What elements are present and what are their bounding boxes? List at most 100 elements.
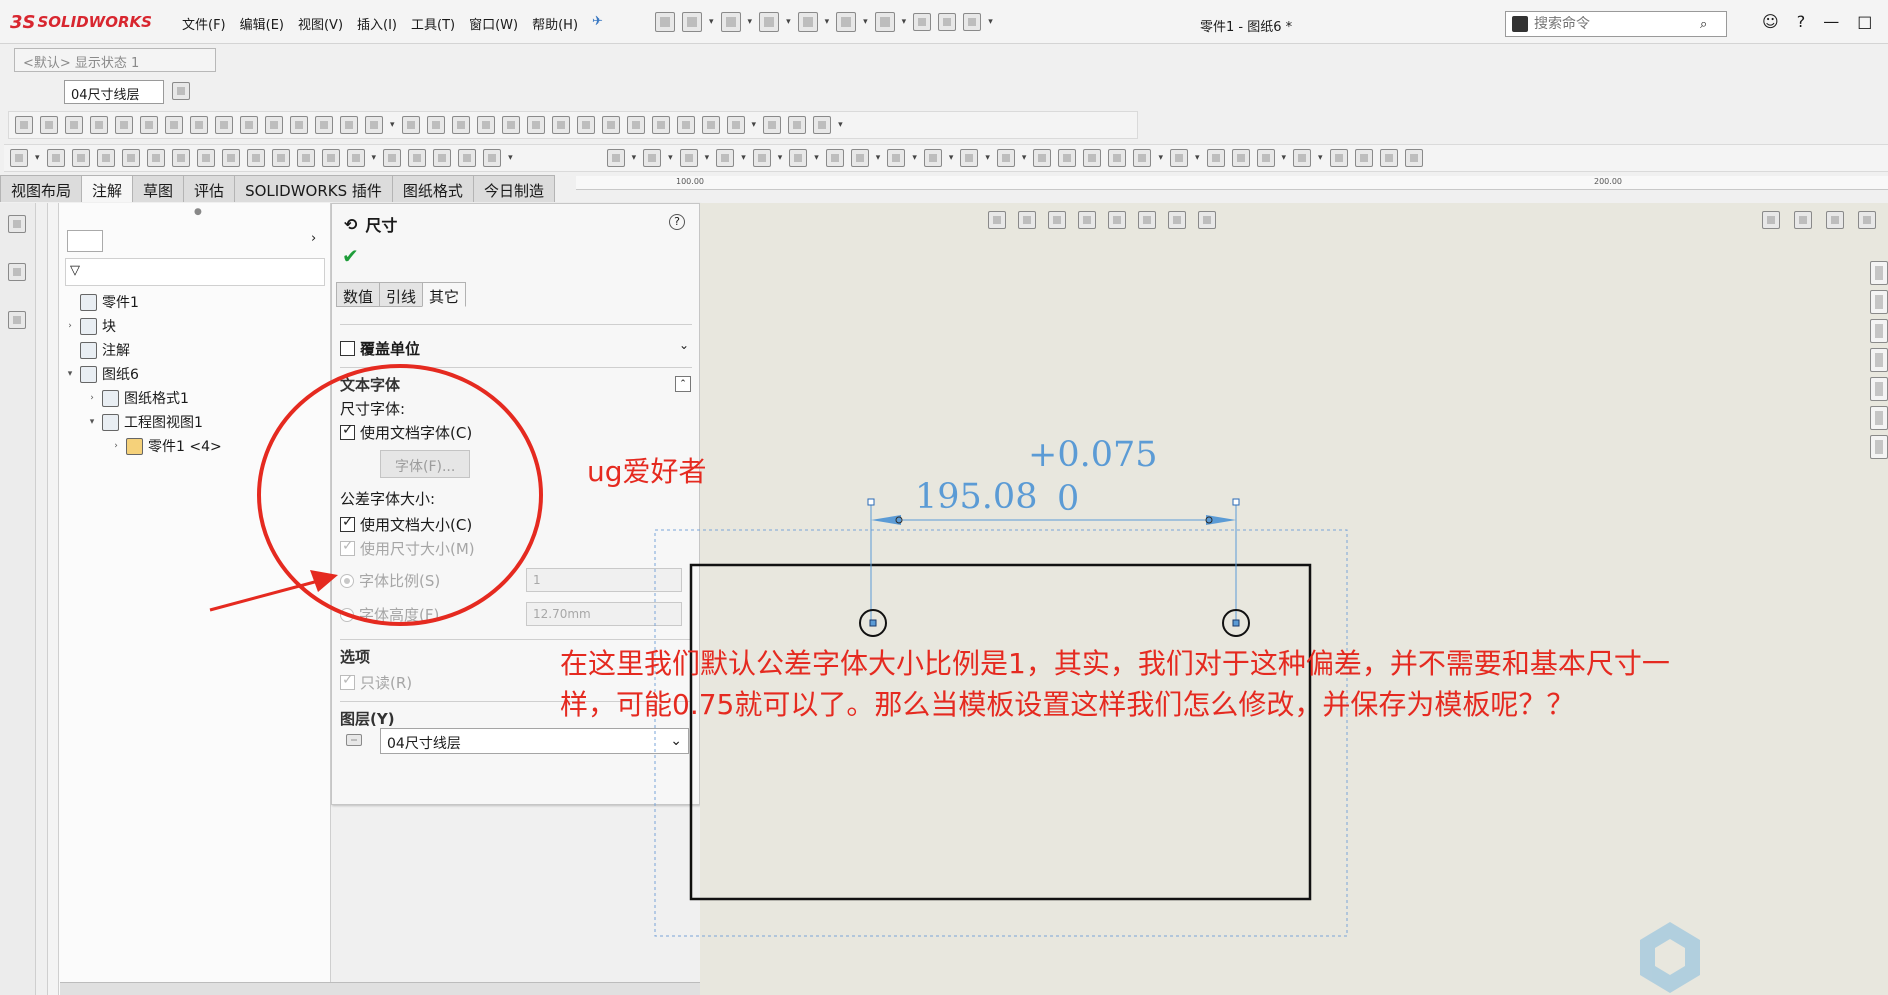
filter-icon[interactable]: ▽ xyxy=(70,263,80,278)
expand-toggle[interactable]: ▾ xyxy=(87,417,97,427)
design-library-icon[interactable] xyxy=(1870,290,1888,314)
custom-properties-icon[interactable] xyxy=(1870,406,1888,430)
font-scale-field[interactable]: 1 xyxy=(526,568,682,592)
use-doc-font-row[interactable]: 使用文档字体(C) xyxy=(340,422,472,443)
restore-right-icon[interactable] xyxy=(1794,211,1812,229)
tree-item-part-instance[interactable]: › 零件1 <4> xyxy=(111,435,222,457)
traffic-light-icon[interactable] xyxy=(913,13,932,31)
linear-pattern-icon[interactable] xyxy=(146,149,165,167)
datum-feature-icon[interactable] xyxy=(626,116,645,134)
model-items-icon[interactable] xyxy=(46,149,65,167)
font-scale-row[interactable]: 字体比例(S) xyxy=(340,570,440,591)
override-units-row[interactable]: 覆盖单位 xyxy=(340,338,420,359)
tab-sketch[interactable]: 草图 xyxy=(132,175,185,202)
select-icon[interactable] xyxy=(874,12,895,32)
revision-cloud-icon[interactable] xyxy=(676,116,695,134)
horizontal-dim-icon[interactable] xyxy=(40,116,58,134)
user-icon[interactable]: ☺ xyxy=(1762,12,1779,31)
print-icon[interactable] xyxy=(797,12,818,32)
tree-item-blocks[interactable]: › 块 xyxy=(65,315,116,337)
solidworks-logo[interactable]: 3S SOLIDWORKS xyxy=(10,10,152,34)
collapse-icon[interactable]: ⌃ xyxy=(675,376,691,392)
font-button[interactable]: 字体(F)... xyxy=(380,450,471,478)
read-only-checkbox[interactable] xyxy=(340,672,355,690)
expand-toggle[interactable]: ▾ xyxy=(65,369,75,379)
menu-view[interactable]: 视图(V) xyxy=(298,14,343,33)
minimize-viewport-icon[interactable] xyxy=(1826,211,1844,229)
open-icon[interactable] xyxy=(720,12,741,32)
projected-view-icon[interactable] xyxy=(190,116,208,134)
tab-view-layout[interactable]: 视图布局 xyxy=(0,175,83,202)
model-items-icon[interactable] xyxy=(340,116,358,134)
tree-item-part[interactable]: 零件1 xyxy=(65,291,139,313)
surface-finish-icon[interactable] xyxy=(551,116,570,134)
font-height-field[interactable]: 12.70mm xyxy=(526,602,682,626)
use-dim-size-checkbox[interactable] xyxy=(340,538,355,556)
crop-view-icon[interactable] xyxy=(290,116,308,134)
rectangle-icon[interactable] xyxy=(679,149,698,167)
datum-target-icon[interactable] xyxy=(321,149,340,167)
feature-manager-tab[interactable] xyxy=(67,230,103,252)
text-icon[interactable] xyxy=(1108,149,1127,167)
home-icon[interactable] xyxy=(655,12,675,32)
display-style-icon[interactable] xyxy=(1138,211,1156,229)
layer-properties-icon[interactable] xyxy=(172,82,190,100)
help-button[interactable]: ? xyxy=(1797,12,1806,31)
override-units-checkbox[interactable] xyxy=(340,341,355,356)
sketch-rectangle-icon[interactable] xyxy=(606,149,625,167)
help-icon[interactable]: ? xyxy=(669,214,685,230)
weld-symbol-icon[interactable] xyxy=(246,149,265,167)
save-icon[interactable] xyxy=(759,12,780,32)
wave-icon[interactable] xyxy=(923,149,942,167)
zoom-to-area-icon[interactable] xyxy=(1018,211,1036,229)
ordinate-dim-icon[interactable] xyxy=(115,116,133,134)
undo-icon[interactable] xyxy=(836,12,857,32)
layer-combo[interactable]: 04尺寸线层 ⌄ xyxy=(380,728,689,754)
tab-annotation[interactable]: 注解 xyxy=(81,175,134,202)
trim-icon[interactable] xyxy=(1133,149,1152,167)
view-layout-icon[interactable] xyxy=(165,116,183,134)
display-state-select[interactable]: <默认> 显示状态 1 xyxy=(14,48,216,72)
use-doc-size-checkbox[interactable] xyxy=(340,514,355,532)
restore-left-icon[interactable] xyxy=(1762,211,1780,229)
search-icon[interactable]: ⌕ xyxy=(1700,17,1707,32)
menu-file[interactable]: 文件(F) xyxy=(182,14,226,33)
graphics-area[interactable] xyxy=(700,203,1888,995)
blocks-icon[interactable] xyxy=(726,116,745,134)
detail-view-icon[interactable] xyxy=(240,116,258,134)
centerline-icon[interactable] xyxy=(788,116,807,134)
smart-dim-sketch-icon[interactable] xyxy=(643,149,662,167)
spell-check-icon[interactable] xyxy=(71,149,90,167)
menu-help[interactable]: 帮助(H) xyxy=(532,14,578,33)
cube-icon[interactable] xyxy=(850,149,869,167)
tab-leaders[interactable]: 引线 xyxy=(379,282,424,307)
expand-toggle[interactable]: › xyxy=(65,321,75,331)
note-icon[interactable] xyxy=(121,149,140,167)
auto-balloon-icon[interactable] xyxy=(526,116,545,134)
tables-icon[interactable] xyxy=(483,149,502,167)
splitter-dot[interactable]: ● xyxy=(194,207,202,217)
use-doc-font-checkbox[interactable] xyxy=(340,422,355,440)
offset-entities-icon[interactable] xyxy=(1206,149,1225,167)
move-entities-icon[interactable] xyxy=(1256,149,1275,167)
smart-dimension-icon[interactable] xyxy=(15,116,33,134)
expand-toggle[interactable]: › xyxy=(87,393,97,403)
menu-edit[interactable]: 编辑(E) xyxy=(240,14,284,33)
small-point-icon[interactable] xyxy=(1058,149,1077,167)
tab-addins[interactable]: SOLIDWORKS 插件 xyxy=(234,175,393,202)
datum-target-icon[interactable] xyxy=(651,116,670,134)
rapid-sketch-icon[interactable] xyxy=(1379,149,1398,167)
revision-cloud-icon[interactable] xyxy=(458,149,477,167)
center-mark-icon[interactable] xyxy=(763,116,782,134)
expand-toggle[interactable]: › xyxy=(111,441,121,451)
layer-icon[interactable] xyxy=(8,311,26,329)
maximize-button[interactable]: □ xyxy=(1857,12,1872,31)
zoom-to-fit-icon[interactable] xyxy=(988,211,1006,229)
use-doc-size-row[interactable]: 使用文档大小(C) xyxy=(340,514,472,535)
baseline-dim-icon[interactable] xyxy=(90,116,108,134)
sheet-properties-icon[interactable] xyxy=(8,263,26,281)
hole-callout-icon[interactable] xyxy=(271,149,290,167)
restore-viewport-icon[interactable] xyxy=(1858,211,1876,229)
edit-sheet-icon[interactable] xyxy=(8,215,26,233)
read-only-row[interactable]: 只读(R) xyxy=(340,672,412,693)
